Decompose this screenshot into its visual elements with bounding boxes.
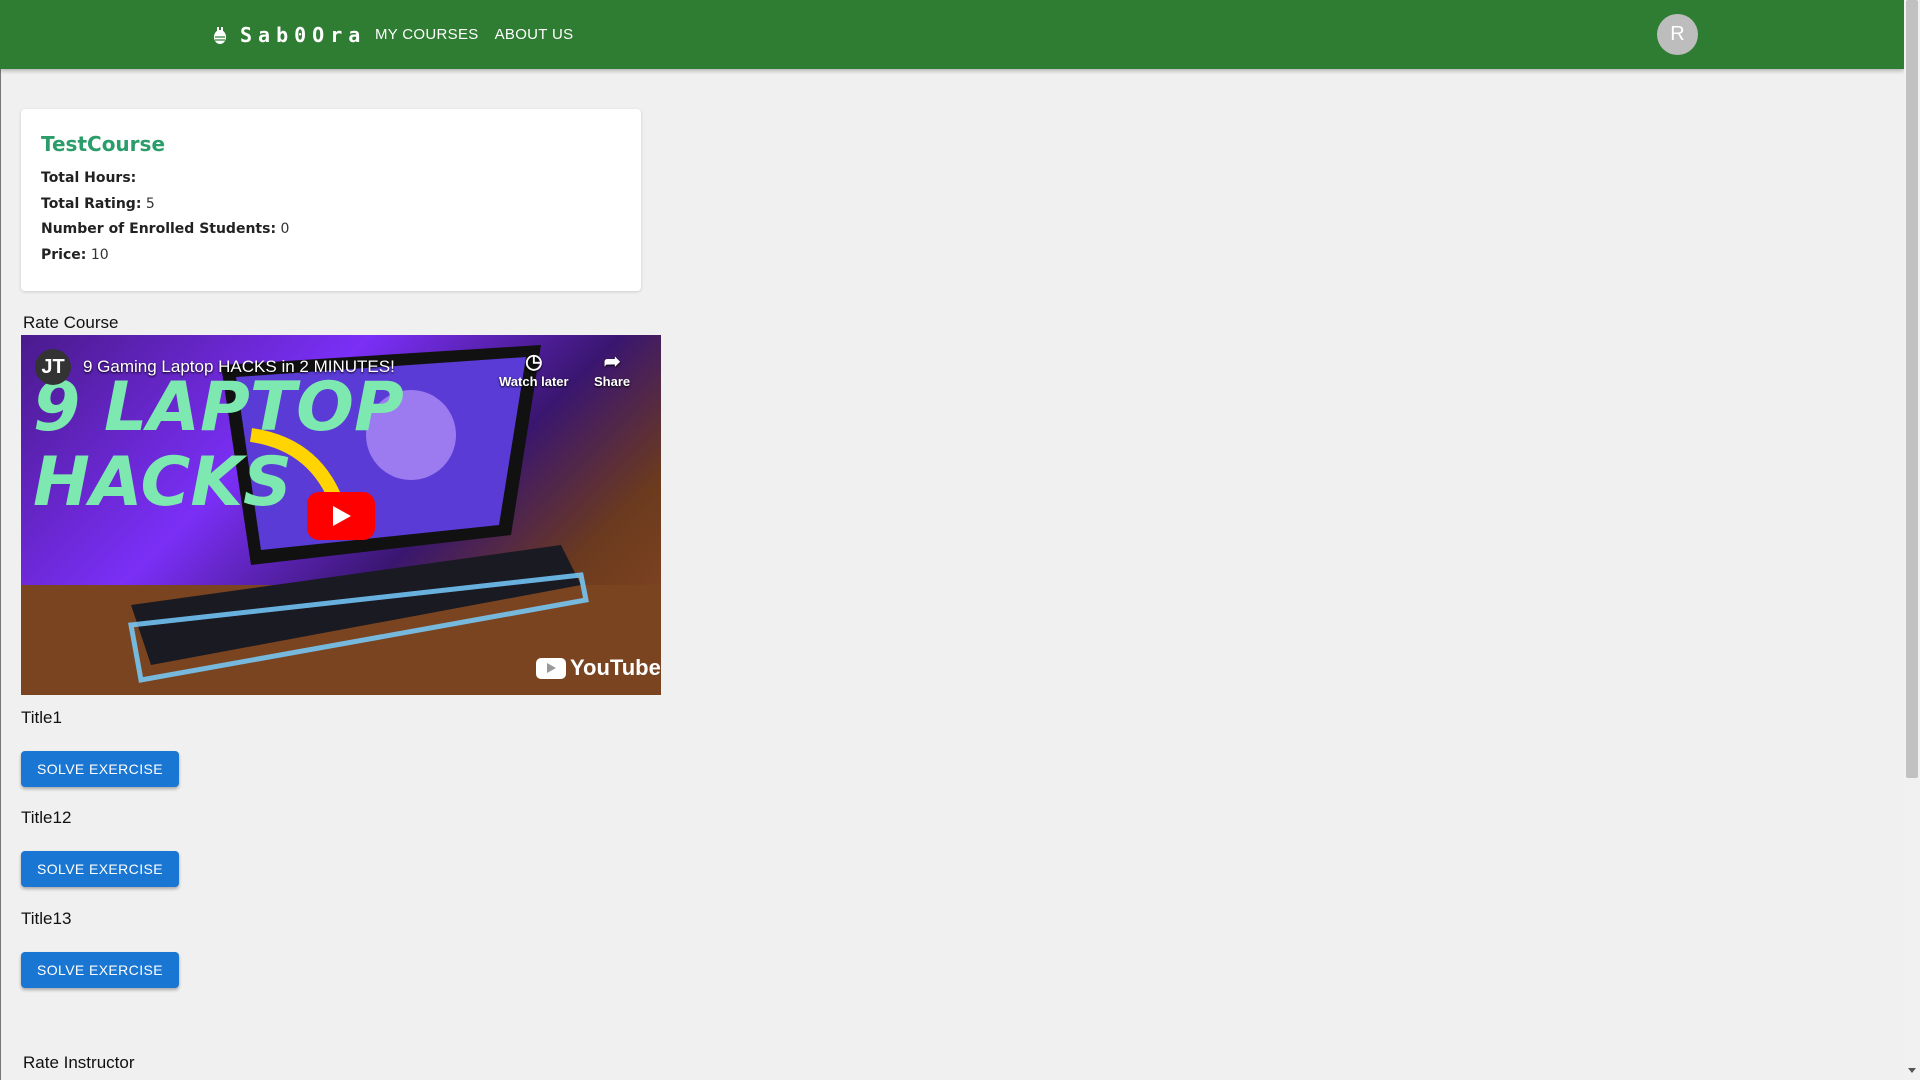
stat-label: Total Rating: (41, 196, 142, 212)
bug-icon (214, 26, 226, 44)
course-info-card: TestCourse Total Hours: Total Rating: 5 … (21, 109, 641, 291)
stat-total-hours: Total Hours: (41, 170, 136, 186)
page-scrollbar[interactable] (1904, 0, 1920, 1080)
youtube-logo-text: YouTube (570, 655, 661, 680)
thumbnail-text-line-2: HACKS (33, 443, 292, 522)
window-edge (0, 0, 1, 1080)
solve-exercise-button[interactable]: SOLVE EXERCISE (21, 851, 179, 887)
stat-value: 5 (145, 196, 155, 212)
main-nav: MY COURSES ABOUT US (375, 0, 573, 69)
watch-later-button[interactable]: ◷ Watch later (499, 349, 569, 389)
stat-price: Price: 10 (41, 247, 109, 263)
share-label: Share (594, 374, 631, 389)
lesson-title: Title1 (21, 708, 62, 727)
stat-value: 0 (280, 221, 290, 237)
rate-course-label: Rate Course (23, 313, 119, 332)
lesson-title: Title12 (21, 808, 72, 827)
video-title[interactable]: 9 Gaming Laptop HACKS in 2 MINUTES! (83, 357, 395, 377)
watch-later-label: Watch later (499, 374, 569, 389)
clock-icon: ◷ (525, 351, 543, 373)
stat-label: Price: (41, 247, 87, 263)
brand-name: Sab0Ora (240, 22, 367, 47)
stat-value: 10 (90, 247, 109, 263)
brand[interactable]: Sab0Ora (212, 0, 366, 69)
play-button[interactable] (307, 492, 375, 540)
nav-about-us[interactable]: ABOUT US (495, 20, 574, 49)
scrollbar-thumb[interactable] (1906, 0, 1918, 778)
channel-avatar[interactable]: JT (35, 349, 71, 385)
youtube-video-embed[interactable]: 9 LAPTOP HACKS JT 9 Gaming Laptop HACKS … (21, 335, 661, 695)
youtube-play-icon (536, 657, 566, 679)
youtube-logo[interactable]: YouTube (536, 655, 661, 681)
solve-exercise-button[interactable]: SOLVE EXERCISE (21, 751, 179, 787)
stat-label: Number of Enrolled Students: (41, 221, 277, 237)
solve-exercise-button[interactable]: SOLVE EXERCISE (21, 952, 179, 988)
scroll-down-arrow-icon[interactable] (1908, 1068, 1916, 1073)
stat-label: Total Hours: (41, 170, 137, 186)
course-title: TestCourse (41, 132, 166, 156)
rate-instructor-label: Rate Instructor (23, 1053, 135, 1072)
nav-my-courses[interactable]: MY COURSES (375, 20, 479, 49)
lesson-title: Title13 (21, 909, 72, 928)
user-avatar[interactable]: R (1657, 14, 1698, 55)
thumbnail-text-line-1: 9 LAPTOP (33, 368, 404, 447)
app-bar: Sab0Ora MY COURSES ABOUT US R (0, 0, 1904, 69)
share-button[interactable]: ➦ Share (594, 349, 630, 389)
share-icon: ➦ (603, 351, 621, 373)
stat-enrolled-students: Number of Enrolled Students: 0 (41, 221, 289, 237)
stat-total-rating: Total Rating: 5 (41, 196, 155, 212)
